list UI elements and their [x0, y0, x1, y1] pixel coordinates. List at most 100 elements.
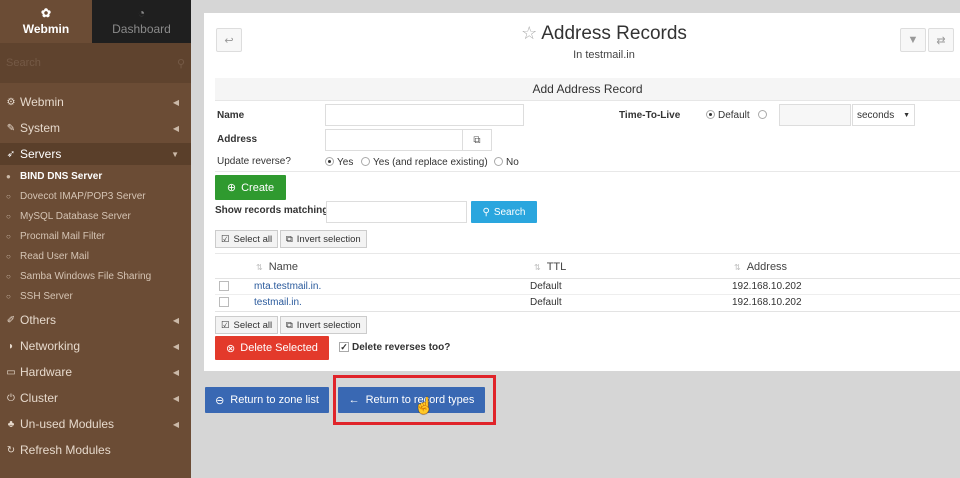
sidebar-subitem-mysql[interactable]: ○ MySQL Database Server: [0, 206, 191, 226]
sidebar-item-others[interactable]: ✐ Others ◀: [0, 309, 191, 331]
return-zone-list-button[interactable]: ⊖ Return to zone list: [205, 387, 329, 413]
power-icon: ⏻: [7, 392, 15, 404]
sidebar-subitem-label: Dovecot IMAP/POP3 Server: [20, 190, 146, 202]
sidebar-item-label: Servers: [20, 147, 62, 161]
sidebar-item-unused-modules[interactable]: ♣ Un-used Modules ◀: [0, 413, 191, 435]
check-square-icon: ☑: [221, 233, 230, 245]
record-name-link[interactable]: mta.testmail.in.: [254, 281, 321, 292]
invert-selection-button[interactable]: ⧉ Invert selection: [280, 230, 367, 248]
sidebar-subitem-label: MySQL Database Server: [20, 210, 131, 222]
sidebar-item-label: Others: [20, 313, 57, 327]
sidebar-subitem-label: Samba Windows File Sharing: [20, 270, 152, 282]
delete-selected-button[interactable]: ⊗ Delete Selected: [215, 336, 329, 360]
reverse-yes-replace-option[interactable]: Yes (and replace existing): [361, 157, 488, 168]
sidebar-item-webmin[interactable]: ⚙ Webmin ◀: [0, 91, 191, 113]
form-heading: Add Address Record: [215, 78, 960, 101]
hard-drive-icon: ▭: [6, 366, 16, 378]
sidebar-subitem-procmail[interactable]: ○ Procmail Mail Filter: [0, 226, 191, 246]
search-input[interactable]: Search: [6, 57, 41, 69]
sidebar-item-label: Webmin: [20, 95, 64, 109]
address-lookup-button[interactable]: ⧉: [462, 129, 492, 151]
page-subtitle: In testmail.in: [573, 49, 635, 61]
bullet-icon: ○: [6, 191, 11, 201]
shield-icon: ◗: [7, 340, 15, 352]
radio-selected-icon[interactable]: [706, 110, 715, 119]
address-input[interactable]: [325, 129, 463, 151]
record-ttl: Default: [530, 281, 562, 292]
reverse-yes-label: Yes: [337, 157, 354, 168]
sidebar-subitem-bind[interactable]: ● BIND DNS Server: [0, 166, 191, 186]
webmin-logo-icon: ✿: [40, 6, 52, 20]
sidebar-subitem-dovecot[interactable]: ○ Dovecot IMAP/POP3 Server: [0, 186, 191, 206]
sidebar-item-label: Refresh Modules: [20, 443, 111, 457]
sidebar-item-label: Cluster: [20, 391, 59, 405]
sidebar-item-cluster[interactable]: ⏻ Cluster ◀: [0, 387, 191, 409]
select-all-button[interactable]: ☑ Select all: [215, 230, 279, 248]
ttl-value-input[interactable]: [779, 104, 851, 126]
sidebar-item-label: System: [20, 121, 61, 135]
search-icon: ⚲: [176, 57, 185, 70]
sidebar-item-hardware[interactable]: ▭ Hardware ◀: [0, 361, 191, 383]
ttl-unit-select[interactable]: seconds ▼: [852, 104, 915, 126]
reverse-yes-option[interactable]: Yes: [325, 157, 353, 168]
ttl-custom-option[interactable]: [758, 110, 770, 121]
filter-input[interactable]: [326, 201, 467, 223]
record-address: 192.168.10.202: [732, 297, 802, 308]
chevron-left-icon: ◀: [172, 97, 179, 107]
select-all-button-bottom[interactable]: ☑ Select all: [215, 316, 279, 334]
divider: [215, 311, 960, 312]
sidebar-item-servers[interactable]: ➶ Servers ▼: [0, 143, 191, 165]
page-title-text: Address Records: [541, 23, 687, 44]
row-checkbox[interactable]: [219, 297, 229, 307]
create-button[interactable]: ⊕ Create: [215, 175, 286, 200]
column-header-address[interactable]: ⇅ Address: [734, 256, 787, 278]
ttl-default-option[interactable]: Default: [706, 110, 750, 121]
sidebar-subitem-label: Read User Mail: [20, 250, 89, 262]
back-button[interactable]: ↩: [216, 28, 242, 52]
delete-selected-label: Delete Selected: [240, 342, 318, 354]
filter-button[interactable]: ▼: [900, 28, 926, 52]
search-button[interactable]: ⚲ Search: [471, 201, 537, 223]
chevron-left-icon: ◀: [172, 393, 179, 403]
page-title: ☆ Address Records: [504, 23, 704, 45]
checkbox-checked-icon[interactable]: ✓: [339, 342, 349, 352]
sidebar-item-system[interactable]: ✎ System ◀: [0, 117, 191, 139]
sort-icon: ⇅: [534, 262, 541, 272]
divider: [215, 253, 960, 254]
sidebar-subitem-label: BIND DNS Server: [20, 170, 103, 182]
search-button-label: Search: [493, 206, 526, 218]
plus-circle-icon: ⊕: [226, 182, 237, 194]
record-name-link[interactable]: testmail.in.: [254, 297, 302, 308]
row-checkbox[interactable]: [219, 281, 229, 291]
tab-webmin[interactable]: ✿ Webmin: [0, 0, 92, 43]
sidebar-item-refresh-modules[interactable]: ↻ Refresh Modules: [0, 439, 191, 461]
bullet-icon: ○: [6, 231, 11, 241]
reload-button[interactable]: ⇄: [928, 28, 954, 52]
puzzle-icon: ♣: [7, 418, 15, 430]
back-arrow-icon: ↩: [224, 34, 234, 47]
delete-reverses-option[interactable]: ✓ Delete reverses too?: [339, 342, 450, 353]
name-input[interactable]: [325, 104, 524, 126]
sidebar-subitem-samba[interactable]: ○ Samba Windows File Sharing: [0, 266, 191, 286]
invert-selection-button-bottom[interactable]: ⧉ Invert selection: [280, 316, 367, 334]
return-zone-list-label: Return to zone list: [230, 394, 319, 406]
sidebar-subitem-ssh[interactable]: ○ SSH Server: [0, 286, 191, 306]
divider: [215, 171, 960, 172]
radio-icon[interactable]: [361, 157, 370, 166]
tab-dashboard[interactable]: ◔ Dashboard: [92, 0, 191, 43]
radio-icon[interactable]: [758, 110, 767, 119]
reverse-no-option[interactable]: No: [494, 157, 519, 168]
sidebar-subitem-readmail[interactable]: ○ Read User Mail: [0, 246, 191, 266]
sidebar-tabs: ✿ Webmin ◔ Dashboard: [0, 0, 191, 43]
column-header-ttl[interactable]: ⇅ TTL: [534, 256, 566, 278]
tab-webmin-label: Webmin: [22, 22, 70, 36]
star-icon[interactable]: ☆: [521, 23, 537, 43]
sidebar-item-networking[interactable]: ◗ Networking ◀: [0, 335, 191, 357]
column-header-label: TTL: [546, 261, 567, 273]
sidebar-search[interactable]: Search ⚲: [0, 43, 191, 83]
radio-selected-icon[interactable]: [325, 157, 334, 166]
divider: [215, 294, 960, 295]
sidebar-subitem-label: Procmail Mail Filter: [20, 230, 106, 242]
radio-icon[interactable]: [494, 157, 503, 166]
column-header-name[interactable]: ⇅ Name: [256, 256, 298, 278]
